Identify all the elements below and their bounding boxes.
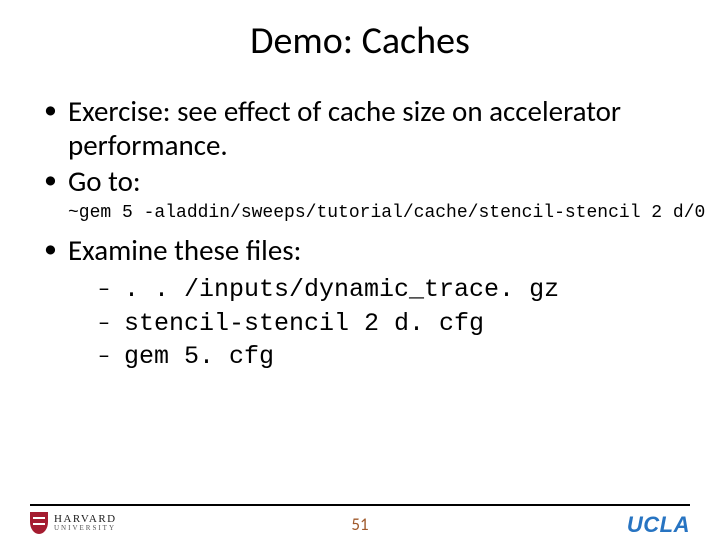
file-item-trace: . . /inputs/dynamic_trace. gz xyxy=(68,273,686,307)
bullet-list: Exercise: see effect of cache size on ac… xyxy=(44,94,686,199)
harvard-text: HARVARD UNIVERSITY xyxy=(54,514,117,532)
slide: Demo: Caches Exercise: see effect of cac… xyxy=(0,18,720,540)
bullet-goto: Go to: xyxy=(44,164,686,198)
harvard-logo: HARVARD UNIVERSITY xyxy=(30,512,117,534)
slide-body: Exercise: see effect of cache size on ac… xyxy=(0,94,720,374)
file-list: . . /inputs/dynamic_trace. gz stencil-st… xyxy=(68,273,686,374)
file-item-stencil-cfg: stencil-stencil 2 d. cfg xyxy=(68,307,686,341)
harvard-crest-icon xyxy=(30,512,48,534)
footer-rule xyxy=(30,504,690,506)
file-item-gem5-cfg: gem 5. cfg xyxy=(68,340,686,374)
bullet-examine-label: Examine these files: xyxy=(68,232,301,268)
bullet-list-2: Examine these files: . . /inputs/dynamic… xyxy=(44,233,686,374)
bullet-examine: Examine these files: . . /inputs/dynamic… xyxy=(44,233,686,374)
goto-path: ~gem 5 -aladdin/sweeps/tutorial/cache/st… xyxy=(44,203,686,223)
slide-footer: 51 HARVARD UNIVERSITY UCLA xyxy=(0,504,720,540)
ucla-logo: UCLA xyxy=(627,512,690,538)
slide-title: Demo: Caches xyxy=(0,18,720,64)
harvard-subtext: UNIVERSITY xyxy=(54,525,117,532)
bullet-exercise: Exercise: see effect of cache size on ac… xyxy=(44,94,686,162)
